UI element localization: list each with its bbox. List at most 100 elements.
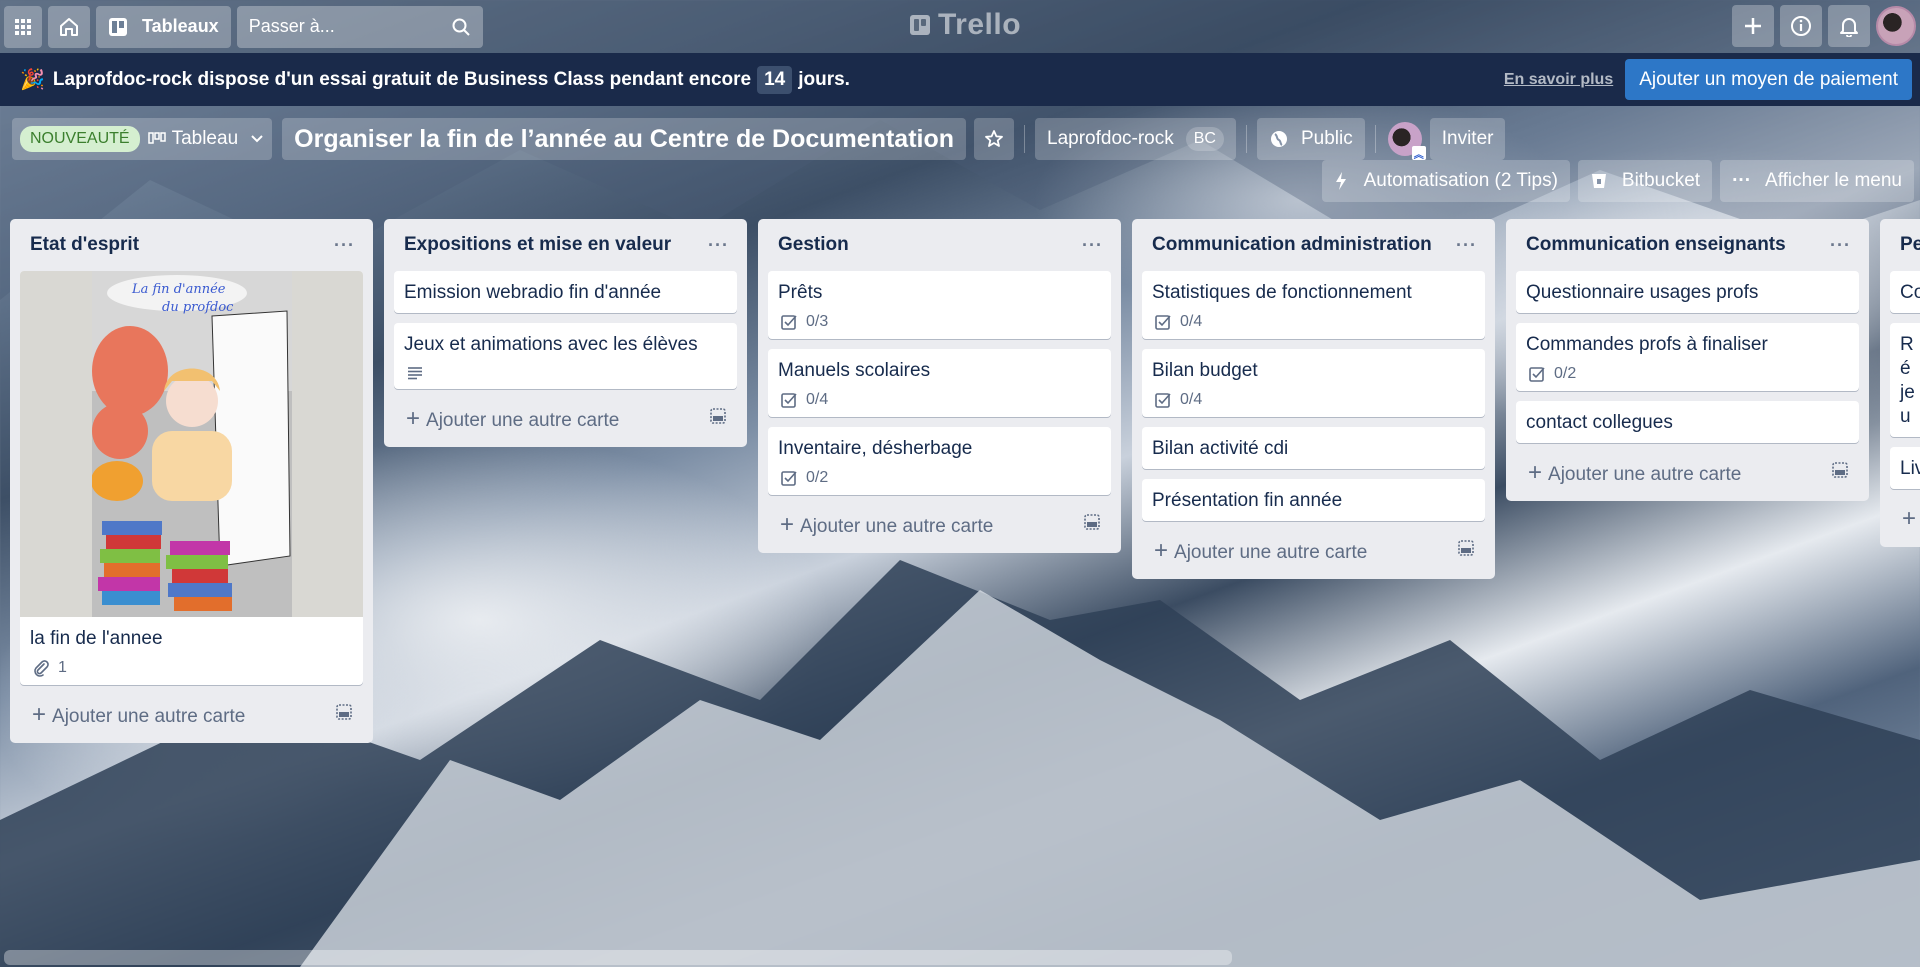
card-template-icon[interactable] (709, 407, 727, 431)
search-icon (452, 18, 470, 36)
card-title: Commandes profs à finaliser (1526, 334, 1768, 355)
list-title[interactable]: Etat d'esprit (30, 234, 139, 256)
card-title: Présentation fin année (1152, 490, 1343, 511)
card[interactable]: Bilan activité cdi (1142, 427, 1485, 469)
trello-logo[interactable]: Trello (910, 8, 1021, 42)
card[interactable]: Inventaire, désherbage 0/2 (768, 427, 1111, 495)
list-title[interactable]: Communication administration (1152, 234, 1432, 256)
user-avatar[interactable] (1876, 6, 1916, 46)
board-icon (109, 17, 127, 36)
add-card-button[interactable]: + Ajouter une autre carte (20, 695, 363, 735)
info-icon (1791, 16, 1811, 36)
board-title[interactable]: Organiser la fin de l’année au Centre de… (282, 118, 967, 160)
card[interactable]: Statistiques de fonctionnement 0/4 (1142, 271, 1485, 339)
checklist-icon (781, 471, 797, 486)
plus-icon: + (406, 405, 421, 432)
card[interactable]: Emission webradio fin d'année (394, 271, 737, 313)
checklist-count: 0/4 (1180, 313, 1203, 330)
boards-button[interactable]: Tableaux (96, 5, 231, 48)
plus-icon: + (1528, 459, 1543, 486)
create-button[interactable] (1732, 5, 1774, 47)
card-title: Emission webradio fin d'année (404, 282, 662, 303)
view-switcher[interactable]: NOUVEAUTÉ Tableau (12, 118, 273, 160)
home-button[interactable] (48, 5, 90, 48)
card[interactable]: Ré jeu (1890, 323, 1920, 437)
workspace-button[interactable]: Laprofdoc-rock BC (1035, 118, 1236, 160)
notifications-button[interactable] (1828, 5, 1870, 47)
card-template-icon[interactable] (335, 703, 353, 727)
add-card-label: Ajouter une autre carte (1548, 464, 1742, 485)
automation-button[interactable]: Automatisation (2 Tips) (1321, 160, 1570, 202)
card[interactable]: Liv (1890, 447, 1920, 489)
card[interactable]: Présentation fin année (1142, 479, 1485, 521)
list-title[interactable]: Communication enseignants (1526, 234, 1786, 256)
plus-icon (1745, 18, 1761, 34)
card[interactable]: Bilan budget 0/4 (1142, 349, 1485, 417)
add-card-button[interactable]: + (1890, 499, 1920, 539)
card[interactable]: Jeux et animations avec les élèves (394, 323, 737, 389)
checklist-icon (781, 315, 797, 330)
invite-button[interactable]: Inviter (1429, 118, 1506, 160)
divider (1024, 125, 1026, 153)
add-card-label: Ajouter une autre carte (426, 410, 620, 431)
card[interactable]: contact collegues (1516, 401, 1859, 443)
card[interactable]: La fin d'année du profdoc la fin de l'an… (20, 271, 363, 685)
list-title[interactable]: Pe (1900, 234, 1920, 256)
card[interactable]: Manuels scolaires 0/4 (768, 349, 1111, 417)
card-badges: 0/4 (1152, 313, 1475, 331)
svg-text:du profdoc: du profdoc (162, 300, 234, 315)
view-label: Tableau (171, 128, 239, 149)
boards-label: Tableaux (142, 16, 219, 36)
show-menu-button[interactable]: ··· Afficher le menu (1720, 160, 1914, 202)
visibility-label: Public (1300, 128, 1353, 149)
horizontal-scrollbar[interactable] (4, 950, 1232, 965)
attachment-count: 1 (58, 659, 67, 676)
card-title: contact collegues (1526, 412, 1673, 433)
card-badges: 0/2 (778, 469, 1101, 487)
add-card-button[interactable]: + Ajouter une autre carte (394, 399, 737, 439)
card-badges: 0/4 (778, 391, 1101, 409)
list-title[interactable]: Gestion (778, 234, 849, 256)
add-card-button[interactable]: + Ajouter une autre carte (768, 505, 1111, 545)
plus-icon: + (1154, 537, 1169, 564)
visibility-button[interactable]: Public (1256, 118, 1365, 160)
business-class-badge: BC (1185, 127, 1224, 151)
list-menu-icon[interactable]: ··· (334, 235, 355, 256)
list-menu-icon[interactable]: ··· (1830, 235, 1851, 256)
card-title: Ré jeu (1900, 334, 1915, 427)
party-icon: 🎉 (20, 69, 45, 91)
home-icon (60, 17, 78, 36)
card[interactable]: Prêts 0/3 (768, 271, 1111, 339)
card[interactable]: Questionnaire usages profs (1516, 271, 1859, 313)
apps-switcher-button[interactable] (4, 5, 42, 48)
add-card-button[interactable]: + Ajouter une autre carte (1516, 453, 1859, 493)
info-button[interactable] (1780, 5, 1822, 47)
card-badges: 1 (30, 659, 353, 677)
board-member-avatar[interactable]: ︽ (1387, 122, 1426, 161)
list-title[interactable]: Expositions et mise en valeur (404, 234, 671, 256)
add-card-label: Ajouter une autre carte (52, 706, 246, 727)
add-card-button[interactable]: + Ajouter une autre carte (1142, 531, 1485, 571)
card[interactable]: Commandes profs à finaliser 0/2 (1516, 323, 1859, 391)
lightning-icon (1335, 172, 1346, 190)
list-menu-icon[interactable]: ··· (1456, 235, 1477, 256)
add-card-label: Ajouter une autre carte (1174, 542, 1368, 563)
list-menu-icon[interactable]: ··· (708, 235, 729, 256)
list-menu-icon[interactable]: ··· (1082, 235, 1103, 256)
paperclip-icon (34, 660, 49, 677)
card-title: Bilan activité cdi (1152, 438, 1289, 459)
search-input[interactable]: Passer à... (236, 5, 483, 48)
card-title: Prêts (778, 282, 823, 303)
star-button[interactable] (974, 118, 1015, 160)
card-template-icon[interactable] (1831, 461, 1849, 485)
workspace-name: Laprofdoc-rock (1047, 128, 1174, 149)
card-template-icon[interactable] (1457, 539, 1475, 563)
learn-more-link[interactable]: En savoir plus (1504, 71, 1613, 89)
bitbucket-button[interactable]: Bitbucket (1577, 160, 1713, 202)
add-payment-button[interactable]: Ajouter un moyen de paiement (1625, 59, 1912, 100)
trial-days-badge: 14 (757, 65, 793, 94)
bell-icon (1840, 18, 1858, 37)
card-template-icon[interactable] (1083, 513, 1101, 537)
star-icon (985, 130, 1003, 147)
card[interactable]: Co (1890, 271, 1920, 313)
